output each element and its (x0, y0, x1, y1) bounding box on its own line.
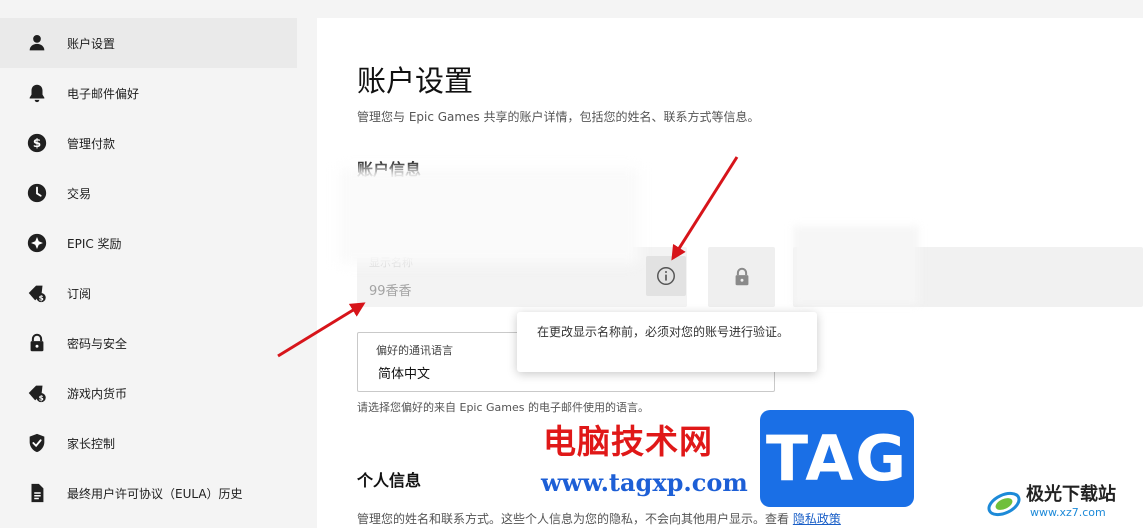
personal-info-title: 个人信息 (357, 471, 422, 490)
sidebar-item-account-settings[interactable]: 账户设置 (0, 18, 297, 68)
redacted-area (339, 168, 639, 264)
app-root: 账户设置 电子邮件偏好 $ 管理付款 交易 EPIC 奖励 $ 订阅 密码与安全… (0, 0, 1143, 528)
shield-check-icon (26, 432, 48, 454)
watermark-tag-logo: TAG (760, 410, 914, 507)
display-name-info-button[interactable] (646, 256, 686, 296)
watermark-site-name: 极光下载站 (1026, 484, 1116, 505)
sidebar-item-label: 密码与安全 (67, 336, 128, 351)
sidebar-item-label: 家长控制 (67, 436, 116, 451)
sidebar-item-epic-rewards[interactable]: EPIC 奖励 (0, 218, 297, 268)
sidebar-item-label: EPIC 奖励 (67, 236, 122, 251)
page-title: 账户设置 (357, 64, 474, 98)
sidebar-item-subscriptions[interactable]: $ 订阅 (0, 268, 297, 318)
display-name-tooltip: 在更改显示名称前，必须对您的账号进行验证。 (517, 312, 817, 372)
star-badge-icon (26, 232, 48, 254)
redacted-area (793, 226, 919, 304)
watermark-site: 极光下载站 www.xz7.com (984, 476, 1143, 528)
svg-text:$: $ (39, 393, 44, 402)
sidebar-item-label: 游戏内货币 (67, 386, 128, 401)
sidebar-item-manage-payments[interactable]: $ 管理付款 (0, 118, 297, 168)
main-panel: 账户设置 管理您与 Epic Games 共享的账户详情，包括您的姓名、联系方式… (317, 18, 1143, 528)
sidebar-item-in-game-currency[interactable]: $ 游戏内货币 (0, 368, 297, 418)
sidebar-item-parental-controls[interactable]: 家长控制 (0, 418, 297, 468)
preferred-language-label: 偏好的通讯语言 (376, 344, 453, 357)
sidebar-item-email-preferences[interactable]: 电子邮件偏好 (0, 68, 297, 118)
sidebar-item-label: 交易 (67, 186, 92, 201)
tag-dollar-icon: $ (26, 382, 48, 404)
page-description: 管理您与 Epic Games 共享的账户详情，包括您的姓名、联系方式等信息。 (357, 110, 760, 124)
person-icon (26, 32, 48, 54)
svg-text:$: $ (39, 293, 44, 302)
privacy-policy-link[interactable]: 隐私政策 (793, 512, 841, 526)
display-name-lock-button[interactable] (708, 247, 775, 307)
clock-icon (26, 182, 48, 204)
watermark-url: www.tagxp.com (541, 468, 748, 497)
sidebar-item-transactions[interactable]: 交易 (0, 168, 297, 218)
document-icon (26, 482, 48, 504)
bell-icon (26, 82, 48, 104)
lock-icon (735, 267, 748, 286)
sidebar-item-label: 账户设置 (67, 36, 116, 51)
preferred-language-help: 请选择您偏好的来自 Epic Games 的电子邮件使用的语言。 (357, 401, 650, 414)
sidebar-item-password-security[interactable]: 密码与安全 (0, 318, 297, 368)
sidebar-item-label: 订阅 (67, 286, 92, 301)
sidebar-item-label: 最终用户许可协议（EULA）历史 (67, 486, 243, 501)
sidebar-item-label: 管理付款 (67, 136, 116, 151)
watermark-title: 电脑技术网 (543, 422, 713, 461)
watermark-site-url: www.xz7.com (1030, 506, 1106, 519)
sidebar-item-eula-history[interactable]: 最终用户许可协议（EULA）历史 (0, 468, 297, 518)
sidebar-item-label: 电子邮件偏好 (67, 86, 140, 101)
lock-icon (26, 332, 48, 354)
preferred-language-value: 简体中文 (378, 367, 431, 382)
dollar-circle-icon: $ (26, 132, 48, 154)
tag-dollar-icon: $ (26, 282, 48, 304)
personal-info-text: 管理您的姓名和联系方式。这些个人信息为您的隐私，不会向其他用户显示。查看 (357, 512, 790, 526)
personal-info-description: 管理您的姓名和联系方式。这些个人信息为您的隐私，不会向其他用户显示。查看 隐私政… (357, 510, 841, 527)
site-logo-icon (987, 491, 1021, 517)
display-name-value: 99香香 (369, 284, 412, 299)
svg-text:$: $ (33, 136, 41, 150)
info-icon (657, 267, 675, 285)
sidebar: 账户设置 电子邮件偏好 $ 管理付款 交易 EPIC 奖励 $ 订阅 密码与安全… (0, 18, 297, 518)
